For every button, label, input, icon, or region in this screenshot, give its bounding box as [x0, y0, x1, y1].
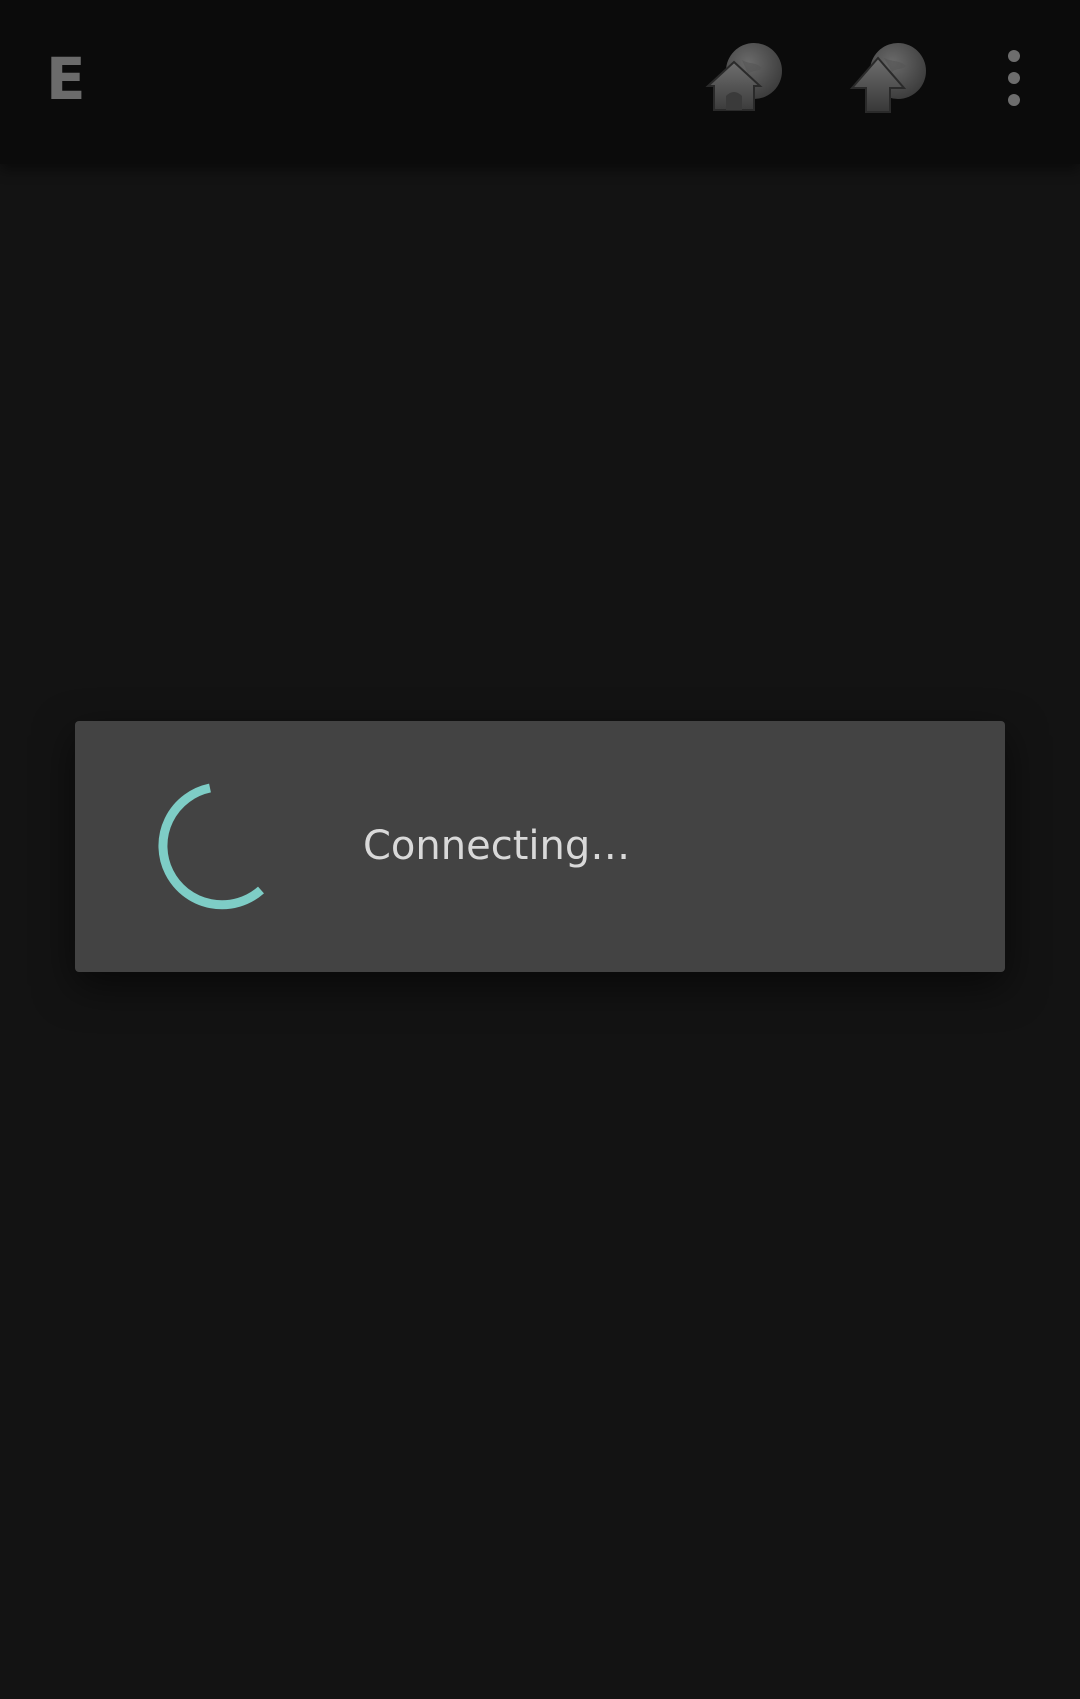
app-screen: E Connecting…	[0, 0, 1080, 1699]
loading-spinner-icon	[158, 783, 264, 910]
dialog-scrim: Connecting…	[0, 0, 1080, 1699]
progress-dialog: Connecting…	[75, 721, 1005, 972]
dialog-message: Connecting…	[363, 823, 631, 869]
